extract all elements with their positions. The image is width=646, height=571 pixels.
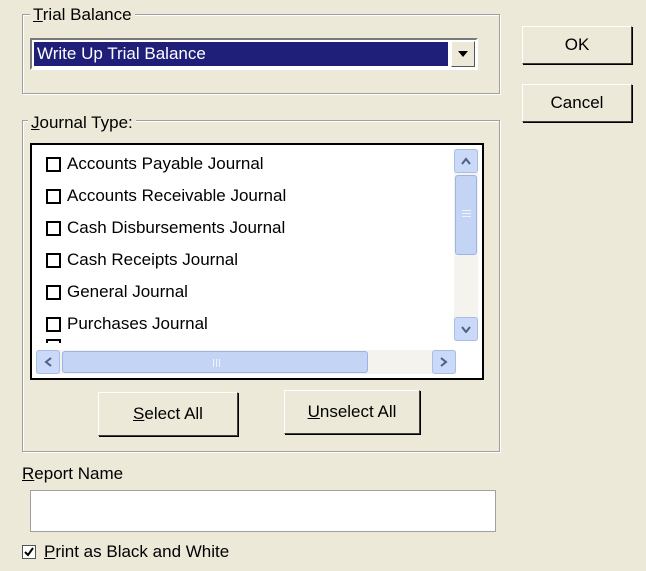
list-item-label: Accounts Receivable Journal (67, 186, 287, 205)
chevron-right-icon (440, 357, 448, 367)
grip-icon (462, 210, 471, 211)
horizontal-scrollbar[interactable] (36, 350, 456, 374)
chevron-up-icon (461, 157, 471, 165)
list-item-label: Purchases Journal (67, 314, 208, 333)
checkbox[interactable] (46, 188, 61, 204)
checkbox[interactable] (46, 284, 61, 300)
scroll-thumb[interactable] (62, 351, 368, 373)
list-item[interactable]: Cash Disbursements Journal (46, 215, 285, 241)
list-item[interactable]: General Journal (46, 279, 188, 305)
list-item-label: Cash Disbursements Journal (67, 218, 286, 237)
scroll-up-button[interactable] (454, 149, 478, 173)
list-item[interactable]: Accounts Payable Journal (46, 151, 264, 177)
list-item[interactable]: Cash Receipts Journal (46, 247, 238, 273)
list-item-label: General Journal (67, 282, 188, 301)
checkbox[interactable] (46, 316, 61, 332)
scroll-left-button[interactable] (36, 350, 60, 374)
trial-balance-selected-value: Write Up Trial Balance (34, 42, 448, 66)
checkbox[interactable] (46, 156, 61, 172)
checkbox[interactable] (22, 545, 36, 559)
unselect-all-button[interactable]: Unselect All (284, 390, 420, 434)
select-all-button[interactable]: Select All (98, 392, 238, 436)
grip-icon (213, 359, 214, 367)
cancel-button[interactable]: Cancel (522, 84, 632, 122)
scroll-right-button[interactable] (432, 350, 456, 374)
dropdown-button[interactable] (451, 41, 475, 67)
scroll-down-button[interactable] (454, 317, 478, 341)
trial-balance-label: Trial Balance (30, 6, 135, 24)
list-item[interactable]: Purchases Journal (46, 311, 208, 337)
report-name-label: Report Name (22, 464, 124, 483)
trial-balance-select[interactable]: Write Up Trial Balance (30, 38, 478, 70)
checkbox[interactable] (46, 252, 61, 268)
checkbox[interactable] (46, 339, 61, 343)
list-item-label: Accounts Payable Journal (67, 154, 264, 173)
chevron-down-icon (461, 326, 471, 333)
checkbox[interactable] (46, 220, 61, 236)
chevron-left-icon (44, 357, 52, 367)
print-bw-checkbox-row[interactable]: Print as Black and White (22, 542, 229, 562)
vertical-scrollbar[interactable] (454, 149, 478, 341)
scroll-thumb[interactable] (455, 175, 477, 255)
chevron-down-icon (458, 51, 468, 57)
ok-button[interactable]: OK (522, 26, 632, 64)
report-name-input[interactable] (30, 490, 496, 532)
list-item[interactable]: Accounts Receivable Journal (46, 183, 286, 209)
list-item-label: Cash Receipts Journal (67, 250, 239, 269)
checkmark-icon (24, 547, 34, 557)
print-bw-label: Print as Black and White (44, 542, 230, 561)
journal-type-label: Journal Type: (28, 114, 136, 132)
journal-type-list[interactable]: Accounts Payable Journal Accounts Receiv… (30, 143, 484, 380)
